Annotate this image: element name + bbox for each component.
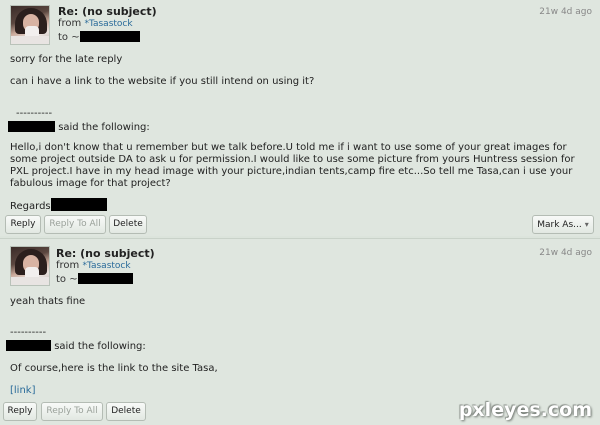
to-label: to ~ <box>56 274 78 285</box>
reply-to-all-button[interactable]: Reply To All <box>44 215 106 234</box>
quote-signature: Regards <box>10 198 590 213</box>
redacted-name <box>6 340 51 351</box>
mark-as-dropdown[interactable]: Mark As... ▾ <box>532 215 594 234</box>
from-label: from <box>58 18 82 29</box>
sender-username[interactable]: *Tasastock <box>84 19 132 29</box>
user-avatar[interactable] <box>10 5 50 45</box>
quoted-message: Hello,i don't know that u remember but w… <box>10 142 575 189</box>
message-1: Re: (no subject) from *Tasastock to ~ 21… <box>0 0 600 236</box>
message-to: to ~ <box>58 31 140 43</box>
chevron-down-icon: ▾ <box>584 220 589 229</box>
message-from: from *Tasastock <box>58 18 133 29</box>
delete-button[interactable]: Delete <box>106 402 146 421</box>
to-label: to ~ <box>58 32 80 43</box>
quote-header: said the following: <box>8 121 590 134</box>
message-to: to ~ <box>56 273 133 285</box>
message-timestamp: 21w 4d ago <box>539 248 592 258</box>
message-subject[interactable]: Re: (no subject) <box>58 5 157 18</box>
delete-button[interactable]: Delete <box>109 215 147 234</box>
mark-as-label: Mark As... <box>537 220 582 230</box>
user-avatar[interactable] <box>10 246 50 286</box>
redacted-name <box>8 121 55 132</box>
said-following: said the following: <box>58 122 150 133</box>
said-following: said the following: <box>54 341 146 352</box>
reply-to-all-button[interactable]: Reply To All <box>41 402 103 421</box>
redacted-recipient <box>79 31 140 42</box>
quoted-link[interactable]: [link] <box>10 385 590 397</box>
reply-text: can i have a link to the website if you … <box>10 76 315 87</box>
message-from: from *Tasastock <box>56 260 131 271</box>
reply-button[interactable]: Reply <box>3 402 37 421</box>
regards-text: Regards <box>10 201 51 212</box>
message-2: Re: (no subject) from *Tasastock to ~ 21… <box>0 238 600 425</box>
watermark-logo: pxleyes.com <box>458 399 592 421</box>
redacted-recipient <box>77 273 133 284</box>
quote-divider: ---------- <box>10 327 47 338</box>
reply-button[interactable]: Reply <box>5 215 41 234</box>
quoted-message: Of course,here is the link to the site T… <box>10 363 218 374</box>
redacted-signature <box>50 198 107 211</box>
quote-divider: ---------- <box>16 108 53 119</box>
reply-text: sorry for the late reply <box>10 54 123 65</box>
message-subject[interactable]: Re: (no subject) <box>56 247 155 260</box>
message-timestamp: 21w 4d ago <box>539 7 592 17</box>
sender-username[interactable]: *Tasastock <box>82 261 130 271</box>
from-label: from <box>56 260 80 271</box>
reply-text: yeah thats fine <box>10 296 86 307</box>
quote-header: said the following: <box>6 340 590 353</box>
